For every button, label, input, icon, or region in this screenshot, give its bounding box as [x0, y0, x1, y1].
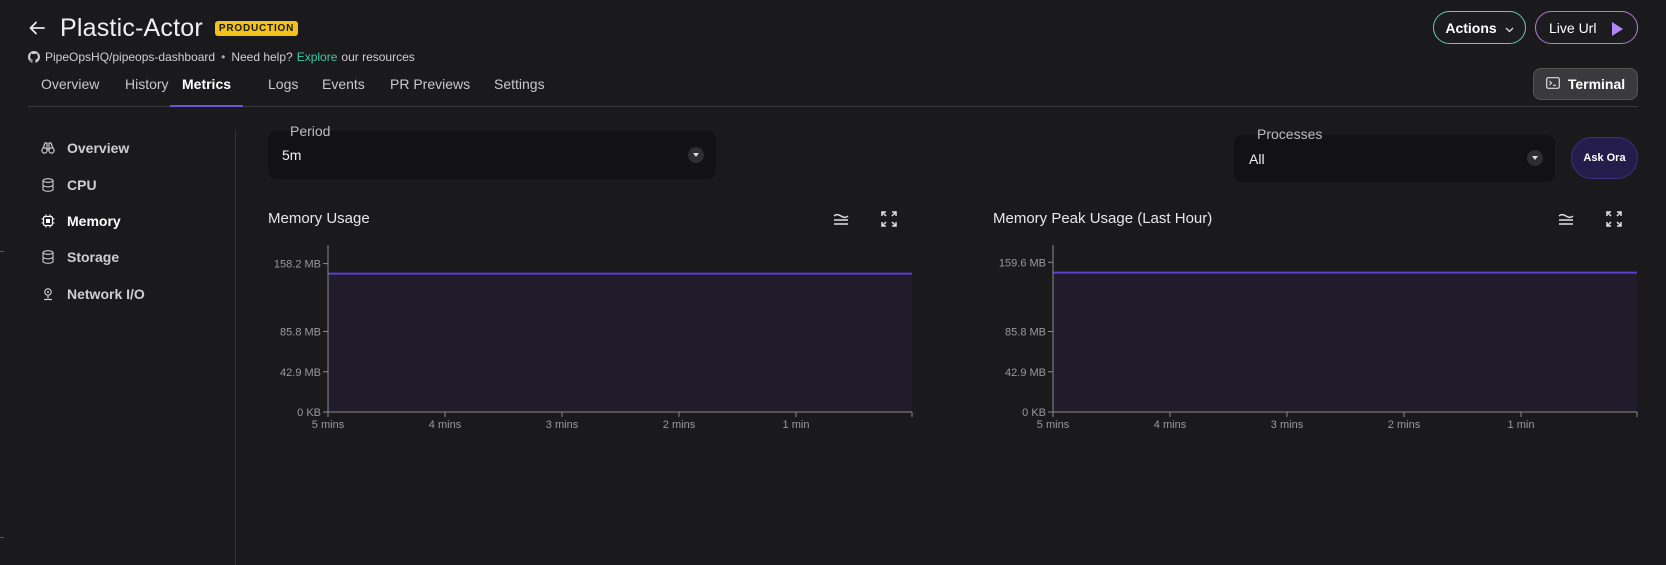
- y-tick-label: 158.2 MB: [274, 259, 321, 271]
- memory-usage-chart: 158.2 MB 85.8 MB 42.9 MB 0 KB5 mins 4 mins 3 …: [274, 245, 913, 431]
- sidebar-item-overview[interactable]: Overview: [41, 138, 129, 158]
- repo-link[interactable]: PipeOpsHQ/pipeops-dashboard: [45, 50, 215, 64]
- help-text: Need help?: [231, 50, 293, 64]
- chart-type-icon[interactable]: [832, 210, 850, 228]
- tab-pr-previews[interactable]: PR Previews: [390, 76, 470, 105]
- tab-overview[interactable]: Overview: [41, 76, 99, 105]
- chart-type-icon[interactable]: [1557, 210, 1575, 228]
- period-label: Period: [290, 123, 331, 139]
- sidebar-item-cpu[interactable]: CPU: [41, 175, 97, 195]
- chevron-down-icon: [688, 147, 704, 163]
- back-arrow-icon[interactable]: [28, 19, 46, 37]
- tab-metrics[interactable]: Metrics: [170, 76, 244, 107]
- series-area: [1053, 272, 1637, 412]
- explore-link[interactable]: Explore: [297, 50, 338, 64]
- sidebar-item-label: Overview: [67, 140, 130, 156]
- tab-events[interactable]: Events: [322, 76, 365, 105]
- y-tick-label: 0 KB: [297, 407, 321, 419]
- x-tick-label: 2 mins: [1388, 419, 1421, 431]
- binoculars-icon: [41, 141, 55, 155]
- y-tick-label: 0 KB: [1022, 407, 1046, 419]
- period-select[interactable]: Period 5m: [268, 123, 716, 179]
- processes-value: All: [1249, 151, 1265, 167]
- live-url-label: Live Url: [1549, 19, 1597, 36]
- x-tick-label: 3 mins: [1271, 419, 1304, 431]
- chevron-down-icon: [1527, 150, 1543, 166]
- live-url-button[interactable]: Live Url: [1535, 11, 1638, 44]
- y-tick-label: 42.9 MB: [280, 367, 321, 379]
- sidebar-item-storage[interactable]: Storage: [41, 247, 119, 267]
- github-icon: [28, 51, 40, 63]
- x-tick-label: 4 mins: [429, 419, 462, 431]
- sidebar-item-label: CPU: [67, 177, 97, 193]
- terminal-label: Terminal: [1567, 76, 1626, 92]
- x-tick-label: 4 mins: [1154, 419, 1187, 431]
- terminal-button[interactable]: Terminal: [1533, 68, 1638, 100]
- terminal-icon: [1545, 76, 1560, 92]
- title-row: Plastic-Actor PRODUCTION: [28, 12, 1638, 44]
- expand-icon[interactable]: [880, 210, 898, 228]
- actions-label: Actions: [1445, 19, 1497, 36]
- expand-icon[interactable]: [1605, 210, 1623, 228]
- edge-mark: [0, 251, 4, 252]
- x-tick-label: 3 mins: [546, 419, 579, 431]
- edge-mark: [0, 537, 4, 538]
- y-tick-label: 159.6 MB: [999, 257, 1046, 269]
- play-icon: [1612, 22, 1623, 36]
- sidebar-item-label: Storage: [67, 249, 120, 265]
- tab-logs[interactable]: Logs: [268, 76, 298, 105]
- x-tick-label: 1 min: [783, 419, 810, 431]
- y-tick-label: 85.8 MB: [280, 327, 321, 339]
- repo-row: PipeOpsHQ/pipeops-dashboard • Need help?…: [28, 50, 1638, 64]
- database-icon: [41, 250, 55, 264]
- y-tick-label: 42.9 MB: [1005, 367, 1046, 379]
- chart-title: Memory Peak Usage (Last Hour): [993, 210, 1213, 227]
- sidebar-item-label: Network I/O: [67, 286, 145, 302]
- page-title: Plastic-Actor: [60, 13, 203, 42]
- tab-settings[interactable]: Settings: [494, 76, 545, 105]
- ask-ora-button[interactable]: Ask Ora: [1571, 137, 1638, 179]
- processes-label: Processes: [1257, 126, 1323, 142]
- processes-select[interactable]: Processes All: [1234, 126, 1555, 182]
- x-tick-label: 1 min: [1508, 419, 1535, 431]
- y-tick-label: 85.8 MB: [1005, 327, 1046, 339]
- database-icon: [41, 178, 55, 192]
- actions-button[interactable]: Actions: [1433, 11, 1526, 44]
- sidebar-item-network[interactable]: Network I/O: [41, 284, 145, 304]
- help-suffix: our resources: [341, 50, 415, 64]
- environment-badge: PRODUCTION: [214, 20, 299, 36]
- sidebar-divider: [235, 130, 236, 565]
- page-header: Plastic-Actor PRODUCTION PipeOpsHQ/pipeo…: [28, 12, 1638, 64]
- chart-title: Memory Usage: [268, 210, 370, 227]
- tab-history[interactable]: History: [125, 76, 169, 105]
- period-value: 5m: [282, 147, 302, 163]
- separator-dot: •: [221, 50, 226, 64]
- chip-icon: [41, 214, 55, 228]
- sidebar-item-label: Memory: [67, 213, 121, 229]
- network-icon: [41, 287, 55, 301]
- chevron-down-icon: [1505, 20, 1514, 36]
- ask-ora-label: Ask Ora: [1583, 152, 1626, 164]
- sidebar-item-memory[interactable]: Memory: [41, 211, 121, 231]
- x-tick-label: 5 mins: [1037, 419, 1070, 431]
- series-area: [328, 273, 912, 412]
- tab-bar: Overview History Metrics Logs Events PR …: [28, 68, 1638, 107]
- memory-peak-chart: 159.6 MB 85.8 MB 42.9 MB 0 KB5 mins 4 mins 3 …: [999, 245, 1638, 431]
- x-tick-label: 5 mins: [312, 419, 345, 431]
- x-tick-label: 2 mins: [663, 419, 696, 431]
